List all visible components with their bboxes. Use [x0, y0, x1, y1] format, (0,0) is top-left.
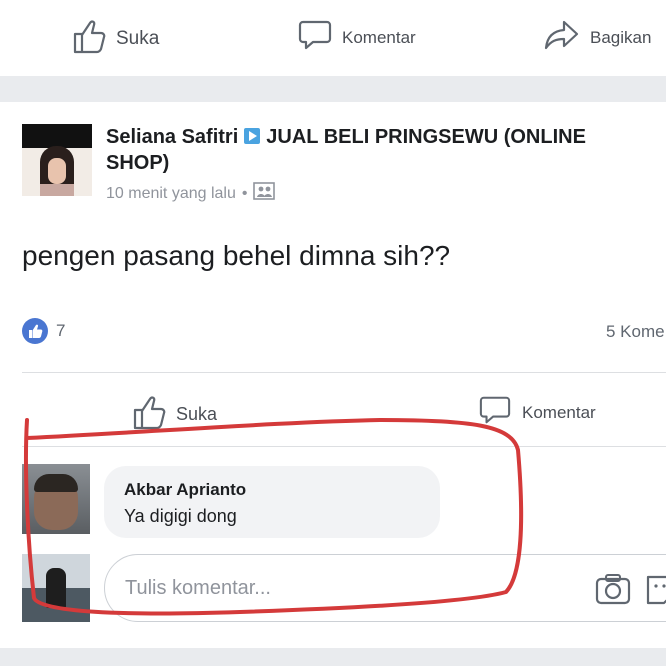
group-arrow-icon: [244, 127, 261, 144]
feed-separator: [0, 648, 666, 666]
divider: [22, 372, 666, 373]
comment-icon: [298, 18, 332, 57]
post-comment-button[interactable]: Komentar: [478, 394, 596, 431]
feed-separator: [0, 76, 666, 102]
sticker-icon[interactable]: [645, 573, 666, 610]
post-header: Seliana Safitri JUAL BELI PRINGSEWU (ONLI…: [106, 124, 646, 205]
thumbs-up-icon: [132, 394, 166, 435]
commenter-name[interactable]: Akbar Aprianto: [124, 480, 246, 500]
meta-separator: •: [241, 184, 248, 202]
comment-input[interactable]: Tulis komentar...: [104, 554, 666, 622]
share-button[interactable]: Bagikan: [544, 18, 651, 57]
post-like-button[interactable]: Suka: [132, 394, 217, 435]
post-meta: 10 menit yang lalu •: [106, 182, 646, 205]
previous-post-actions: Suka Komentar Bagikan: [0, 0, 666, 76]
comment-bubble: Akbar Aprianto Ya digigi dong: [104, 466, 440, 538]
camera-icon[interactable]: [595, 573, 631, 610]
share-label: Bagikan: [590, 27, 652, 47]
comment-icon: [478, 394, 512, 431]
author-line: Seliana Safitri JUAL BELI PRINGSEWU (ONLI…: [106, 124, 646, 176]
post-time[interactable]: 10 menit yang lalu: [106, 185, 236, 203]
post-text: pengen pasang behel dimna sih??: [22, 240, 451, 271]
comment-button[interactable]: Komentar: [298, 18, 416, 57]
comment-label: Komentar: [342, 27, 416, 47]
reactions-summary[interactable]: 7: [22, 318, 65, 344]
thumbs-up-icon: [72, 18, 106, 59]
divider: [22, 446, 666, 447]
like-reaction-icon: [22, 318, 48, 344]
like-button[interactable]: Suka: [72, 18, 159, 59]
group-privacy-icon: [253, 182, 276, 205]
post-comment-label: Komentar: [522, 402, 596, 422]
author-name[interactable]: Seliana Safitri: [106, 126, 238, 148]
current-user-avatar: [22, 554, 90, 622]
comment-count[interactable]: 5 Kome: [606, 322, 665, 342]
like-label: Suka: [116, 27, 160, 49]
comment-placeholder: Tulis komentar...: [125, 577, 271, 599]
share-icon: [544, 18, 580, 57]
comment-text: Ya digigi dong: [124, 506, 237, 526]
facebook-feed: Suka Komentar Bagikan Seliana Safitri JU…: [0, 0, 666, 666]
author-avatar[interactable]: [22, 124, 92, 196]
post-like-label: Suka: [176, 404, 218, 424]
reaction-count: 7: [56, 321, 66, 340]
commenter-avatar[interactable]: [22, 464, 90, 534]
post-card: Seliana Safitri JUAL BELI PRINGSEWU (ONLI…: [0, 102, 666, 648]
